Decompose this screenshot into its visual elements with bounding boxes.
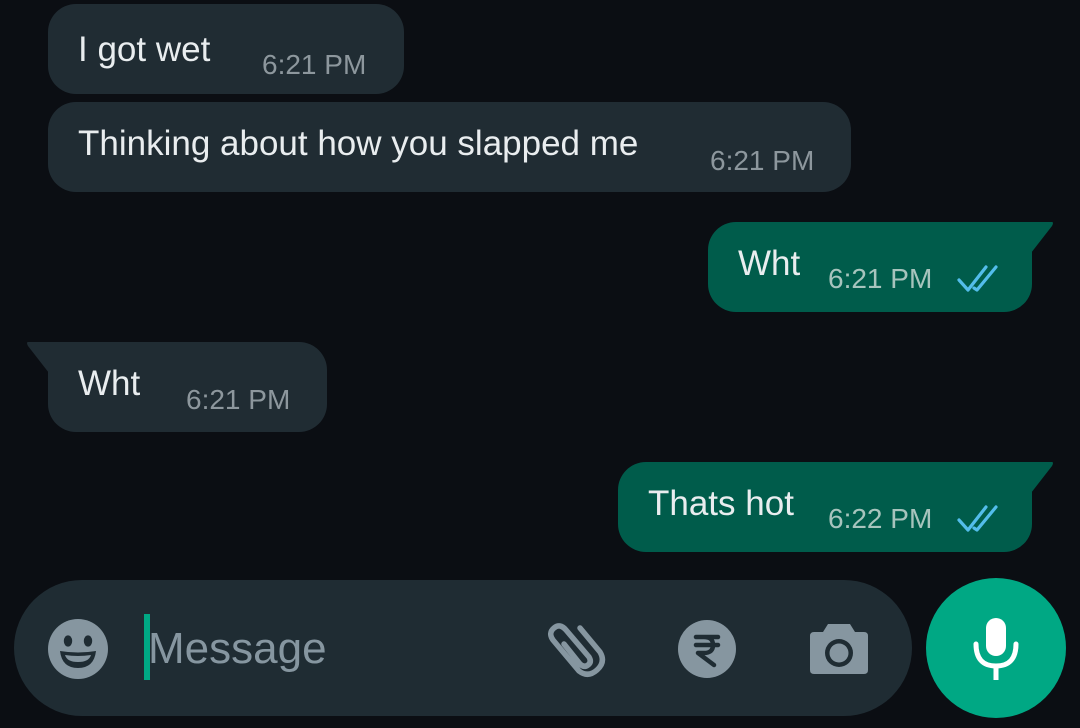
message-time: 6:21 PM [186, 384, 291, 415]
rupee-payment-icon[interactable] [677, 619, 737, 679]
message-bubble-incoming[interactable]: I got wet 6:21 PM [48, 4, 404, 94]
attach-icon[interactable] [540, 616, 612, 688]
message-time: 6:21 PM [262, 49, 367, 80]
chat-window: I got wet 6:21 PM Thinking about how you… [0, 0, 1080, 728]
message-time: 6:22 PM [828, 503, 933, 534]
message-text: Thinking about how you slapped me [78, 124, 639, 163]
message-bubble-incoming[interactable]: Wht 6:21 PM [48, 342, 327, 432]
mic-button[interactable] [926, 578, 1066, 718]
emoji-icon[interactable] [47, 618, 109, 680]
message-time: 6:21 PM [828, 263, 933, 294]
message-text: Thats hot [648, 484, 794, 523]
message-text: Wht [738, 244, 801, 283]
message-bubble-outgoing[interactable]: Thats hot 6:22 PM [618, 462, 1032, 552]
mic-icon [973, 618, 1019, 680]
read-ticks-icon [957, 265, 998, 292]
read-ticks-icon [957, 505, 998, 532]
camera-icon[interactable] [808, 620, 870, 676]
message-time: 6:21 PM [710, 145, 815, 176]
message-bubble-outgoing[interactable]: Wht 6:21 PM [708, 222, 1032, 312]
message-input[interactable]: Message [148, 624, 327, 674]
message-bubble-incoming[interactable]: Thinking about how you slapped me 6:21 P… [48, 102, 851, 192]
message-text: Wht [78, 364, 141, 403]
message-text: I got wet [78, 30, 211, 69]
